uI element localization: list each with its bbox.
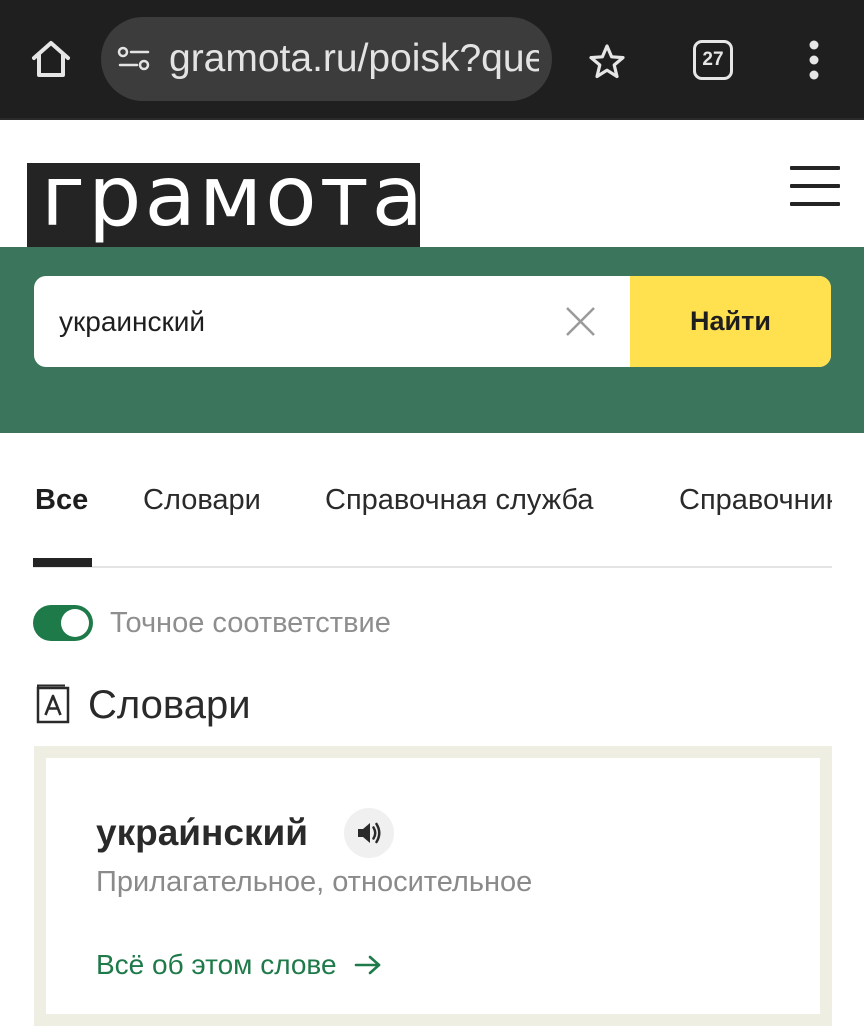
- dictionary-icon: [34, 684, 72, 726]
- tab-switcher-button[interactable]: 27: [693, 40, 733, 80]
- tabs-divider: [33, 566, 832, 568]
- site-logo[interactable]: грамота: [27, 163, 420, 247]
- active-tab-indicator: [33, 558, 92, 567]
- site-info-icon[interactable]: [117, 44, 151, 74]
- exact-match-label[interactable]: Точное соответствие: [110, 602, 391, 644]
- toggle-knob: [61, 609, 89, 637]
- tab-reference[interactable]: Справочник: [679, 480, 832, 520]
- search-input[interactable]: [34, 276, 630, 367]
- search-button[interactable]: Найти: [630, 276, 831, 367]
- result-tabs: Все Словари Справочная служба Справочник: [0, 470, 832, 530]
- hamburger-menu-icon[interactable]: [790, 166, 840, 206]
- tab-dictionaries[interactable]: Словари: [143, 480, 261, 520]
- tab-all[interactable]: Все: [35, 480, 88, 520]
- url-text[interactable]: gramota.ru/poisk?query=украинский: [169, 17, 539, 101]
- more-link-label: Всё об этом слове: [96, 949, 337, 980]
- exact-match-toggle[interactable]: [33, 605, 93, 641]
- address-bar[interactable]: gramota.ru/poisk?query=украинский: [101, 17, 552, 101]
- part-of-speech: Прилагательное, относительное: [96, 866, 533, 898]
- tab-help-service[interactable]: Справочная служба: [325, 480, 594, 520]
- audio-button[interactable]: [344, 808, 394, 858]
- bookmark-star-icon[interactable]: [585, 40, 629, 84]
- speaker-icon: [358, 822, 381, 844]
- section-title: Словари: [88, 683, 251, 727]
- dictionary-result-card: украи́нский Прилагательное, относительно…: [34, 746, 832, 1026]
- arrow-right-icon: [355, 955, 381, 974]
- more-vert-icon[interactable]: [800, 38, 828, 82]
- toolbar-divider: [0, 118, 864, 120]
- logo-text: грамота: [41, 163, 420, 245]
- more-about-word-link[interactable]: Всё об этом слове: [96, 944, 382, 986]
- result-word: украи́нский: [96, 812, 308, 853]
- clear-icon[interactable]: [564, 305, 597, 338]
- search-form: Найти: [34, 276, 831, 367]
- home-icon[interactable]: [26, 34, 76, 84]
